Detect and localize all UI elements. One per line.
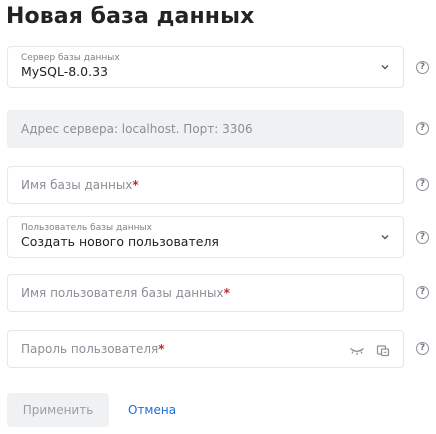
password-placeholder: Пароль пользователя* — [21, 342, 165, 356]
db-server-label: Сервер базы данных — [21, 53, 120, 63]
help-icon[interactable]: ? — [416, 342, 429, 355]
db-user-value: Создать нового пользователя — [21, 234, 219, 249]
apply-button[interactable]: Применить — [7, 393, 109, 427]
db-name-placeholder: Имя базы данных* — [21, 178, 139, 192]
db-user-select[interactable]: Пользователь базы данных Создать нового … — [7, 216, 404, 258]
help-icon[interactable]: ? — [416, 122, 429, 135]
eye-closed-icon[interactable] — [349, 342, 365, 356]
server-address-placeholder: Адрес сервера: localhost. Порт: 3306 — [21, 122, 253, 136]
db-username-input[interactable]: Имя пользователя базы данных* — [7, 274, 404, 312]
required-mark: * — [132, 178, 139, 192]
required-mark: * — [223, 286, 230, 300]
cancel-button[interactable]: Отмена — [128, 393, 176, 427]
db-server-select[interactable]: Сервер базы данных MySQL-8.0.33 — [7, 46, 404, 88]
page-title: Новая база данных — [6, 4, 255, 29]
help-icon[interactable]: ? — [416, 231, 429, 244]
required-mark: * — [158, 342, 165, 356]
db-username-placeholder: Имя пользователя базы данных* — [21, 286, 230, 300]
db-server-value: MySQL-8.0.33 — [21, 64, 108, 79]
password-input[interactable]: Пароль пользователя* — [7, 330, 404, 368]
chevron-down-icon — [381, 235, 389, 240]
db-user-label: Пользователь базы данных — [21, 223, 152, 233]
generate-password-icon[interactable] — [375, 342, 391, 357]
server-address-field: Адрес сервера: localhost. Порт: 3306 — [7, 110, 404, 148]
help-icon[interactable]: ? — [416, 286, 429, 299]
help-icon[interactable]: ? — [416, 178, 429, 191]
db-name-input[interactable]: Имя базы данных* — [7, 166, 404, 204]
help-icon[interactable]: ? — [416, 61, 429, 74]
chevron-down-icon — [381, 65, 389, 70]
